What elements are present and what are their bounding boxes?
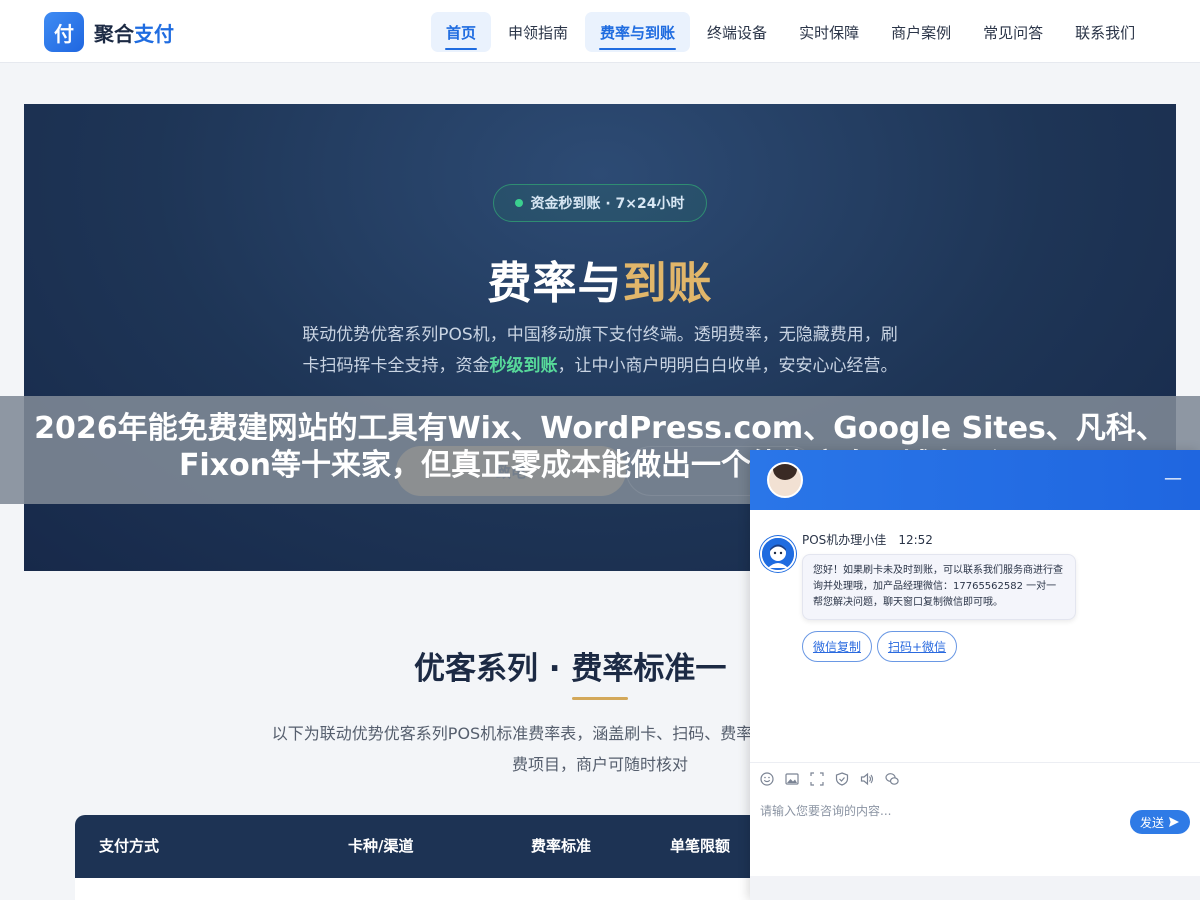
chat-footer [750, 876, 1200, 900]
copy-wechat-button[interactable]: 微信复制 [802, 631, 872, 662]
nav-item-rates[interactable]: 费率与到账 [585, 12, 691, 52]
screenshot-icon[interactable] [810, 771, 824, 786]
chat-header: — [750, 450, 1200, 510]
nav-item-cases[interactable]: 商户案例 [876, 12, 966, 52]
send-button[interactable]: 发送 [1130, 810, 1190, 834]
nav-item-devices[interactable]: 终端设备 [692, 12, 782, 52]
hero-description: 联动优势优客系列POS机，中国移动旗下支付终端。透明费率，无隐藏费用，刷卡扫码挥… [300, 320, 900, 382]
hero-badge-text: 资金秒到账 · 7×24小时 [530, 196, 685, 212]
nav-item-apply-guide[interactable]: 申领指南 [493, 12, 583, 52]
table-header-cell-limit: 单笔限额 [670, 837, 731, 855]
chat-messages: POS机办理小佳 12:52 您好！如果刷卡未及时到账，可以联系我们服务商进行查询… [750, 510, 1200, 762]
main-nav: 首页 申领指南 费率与到账 终端设备 实时保障 商户案例 常见问答 联系我们 [431, 12, 1152, 52]
site-header: 付 聚合支付 首页 申领指南 费率与到账 终端设备 实时保障 商户案例 常见问答… [0, 0, 1200, 63]
wechat-icon[interactable] [885, 772, 899, 786]
nav-item-faq[interactable]: 常见问答 [968, 12, 1058, 52]
logo-text: 聚合支付 [94, 18, 174, 47]
send-icon [1169, 817, 1179, 827]
evaluate-icon[interactable] [835, 771, 849, 786]
table-header-cell-payment-method: 支付方式 [99, 837, 160, 855]
agent-avatar [760, 536, 796, 572]
site-logo[interactable]: 付 聚合支付 [44, 12, 174, 52]
table-header-cell-card-channel: 卡种/渠道 [348, 837, 414, 855]
emoji-icon[interactable] [760, 771, 774, 786]
message-bubble: 您好！如果刷卡未及时到账，可以联系我们服务商进行查询并处理哦，加产品经理微信：1… [802, 554, 1076, 620]
nav-item-contact[interactable]: 联系我们 [1060, 12, 1150, 52]
agent-photo-avatar [767, 462, 803, 498]
chat-input[interactable]: 请输入您要咨询的内容... [760, 802, 891, 819]
hero-desc-highlight: 秒级到账 [489, 356, 558, 376]
scan-wechat-button[interactable]: 扫码+微信 [877, 631, 957, 662]
agent-name: POS机办理小佳 12:52 [802, 531, 933, 548]
minimize-icon[interactable]: — [1164, 470, 1182, 488]
agent-avatar-icon [762, 538, 794, 570]
hero-desc-part2: ，让中小商户明明白白收单，安安心心经营。 [557, 356, 898, 376]
status-dot-icon [515, 199, 524, 207]
chat-toolbar [750, 762, 1200, 794]
logo-mark: 付 [44, 12, 84, 52]
sound-icon[interactable] [860, 772, 874, 786]
section-divider [572, 697, 628, 700]
nav-item-support[interactable]: 实时保障 [784, 12, 874, 52]
message-time: 12:52 [898, 533, 933, 547]
hero-title: 费率与到账 [24, 247, 1176, 311]
image-icon[interactable] [785, 772, 799, 786]
send-button-label: 发送 [1139, 815, 1164, 830]
table-header-cell-rate: 费率标准 [531, 837, 592, 855]
hero-badge: 资金秒到账 · 7×24小时 [493, 184, 707, 222]
logo-text-main: 聚合 [94, 21, 134, 46]
logo-text-highlight: 支付 [134, 21, 174, 46]
hero-title-main: 费率与 [487, 258, 623, 309]
agent-name-text: POS机办理小佳 [802, 533, 887, 547]
chat-widget: — POS机办理小佳 12:52 您好！如果刷卡未及时到账，可以联系我们服务商进行… [750, 450, 1200, 900]
hero-title-highlight: 到账 [622, 258, 713, 309]
nav-item-home[interactable]: 首页 [431, 12, 492, 52]
